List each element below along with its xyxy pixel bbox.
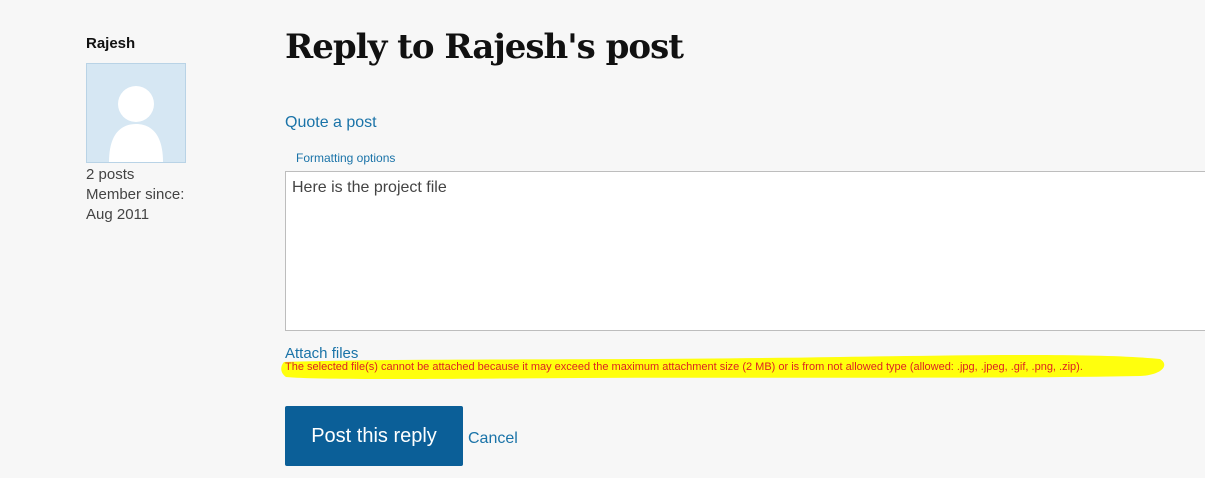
attach-files-link[interactable]: Attach files — [285, 345, 358, 362]
author-name[interactable]: Rajesh — [86, 34, 236, 54]
reply-body-textarea[interactable]: Here is the project file — [285, 171, 1205, 331]
member-since-date: Aug 2011 — [86, 206, 150, 223]
default-user-avatar-icon — [109, 86, 163, 162]
attachment-error-message: The selected file(s) cannot be attached … — [285, 361, 1083, 373]
post-reply-button[interactable]: Post this reply — [285, 406, 463, 466]
avatar[interactable] — [86, 63, 186, 163]
author-sidebar: Rajesh 2 posts Member since: Aug 2011 — [86, 34, 236, 225]
post-count: 2 posts — [86, 166, 135, 183]
member-since-label: Member since: — [86, 186, 185, 203]
page-title: Reply to Rajesh's post — [285, 27, 684, 67]
cancel-link[interactable]: Cancel — [468, 430, 518, 448]
quote-post-link[interactable]: Quote a post — [285, 114, 377, 132]
formatting-options-link[interactable]: Formatting options — [296, 151, 395, 165]
